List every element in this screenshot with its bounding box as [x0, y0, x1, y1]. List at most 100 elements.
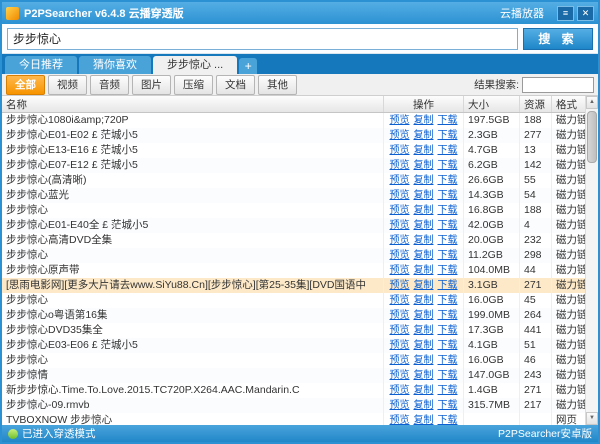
preview-link[interactable]: 预览	[390, 278, 410, 293]
table-row[interactable]: 步步惊心DVD35集全预览复制下载17.3GB441磁力链	[2, 323, 585, 338]
table-row[interactable]: 步步惊心E13-E16 £ 茫城小5预览复制下载4.7GB13磁力链	[2, 143, 585, 158]
header-action[interactable]: 操作	[384, 96, 464, 112]
search-input[interactable]	[7, 28, 518, 50]
result-search-input[interactable]	[522, 77, 594, 93]
table-row[interactable]: 步步惊心E01-E40全 £ 茫城小5预览复制下载42.0GB4磁力链	[2, 218, 585, 233]
download-link[interactable]: 下载	[438, 353, 458, 368]
scroll-down-icon[interactable]: ▼	[586, 412, 598, 425]
table-row[interactable]: 步步惊心(高清晰)预览复制下载26.6GB55磁力链	[2, 173, 585, 188]
download-link[interactable]: 下载	[438, 278, 458, 293]
table-row[interactable]: 步步惊心E07-E12 £ 茫城小5预览复制下载6.2GB142磁力链	[2, 158, 585, 173]
download-link[interactable]: 下载	[438, 323, 458, 338]
header-resources[interactable]: 资源	[520, 96, 552, 112]
search-button[interactable]: 搜 索	[523, 28, 593, 50]
table-row[interactable]: 步步惊心E03-E06 £ 茫城小5预览复制下载4.1GB51磁力链	[2, 338, 585, 353]
table-row[interactable]: 步步惊心-09.rmvb预览复制下载315.7MB217磁力链	[2, 398, 585, 413]
copy-link[interactable]: 复制	[414, 293, 434, 308]
table-row[interactable]: 步步惊心1080i&amp;720P预览复制下载197.5GB188磁力链	[2, 113, 585, 128]
scrollbar-thumb[interactable]	[587, 111, 597, 163]
download-link[interactable]: 下载	[438, 158, 458, 173]
tab-today-recommend[interactable]: 今日推荐	[5, 56, 77, 74]
scroll-up-icon[interactable]: ▲	[586, 96, 598, 109]
preview-link[interactable]: 预览	[390, 113, 410, 128]
preview-link[interactable]: 预览	[390, 233, 410, 248]
filter-archive[interactable]: 压缩	[174, 75, 213, 95]
copy-link[interactable]: 复制	[414, 338, 434, 353]
filter-audio[interactable]: 音频	[90, 75, 129, 95]
copy-link[interactable]: 复制	[414, 263, 434, 278]
copy-link[interactable]: 复制	[414, 398, 434, 413]
copy-link[interactable]: 复制	[414, 128, 434, 143]
copy-link[interactable]: 复制	[414, 368, 434, 383]
download-link[interactable]: 下载	[438, 293, 458, 308]
download-link[interactable]: 下载	[438, 128, 458, 143]
table-row[interactable]: [思雨电影网][更多大片请去www.SiYu88.Cn][步步惊心][第25-3…	[2, 278, 585, 293]
copy-link[interactable]: 复制	[414, 143, 434, 158]
table-row[interactable]: 步步惊情预览复制下载147.0GB243磁力链	[2, 368, 585, 383]
android-version-link[interactable]: P2PSearcher安卓版	[498, 426, 592, 441]
download-link[interactable]: 下载	[438, 173, 458, 188]
table-row[interactable]: 步步惊心预览复制下载16.0GB46磁力链	[2, 353, 585, 368]
preview-link[interactable]: 预览	[390, 368, 410, 383]
copy-link[interactable]: 复制	[414, 278, 434, 293]
download-link[interactable]: 下载	[438, 143, 458, 158]
copy-link[interactable]: 复制	[414, 188, 434, 203]
download-link[interactable]: 下载	[438, 113, 458, 128]
preview-link[interactable]: 预览	[390, 398, 410, 413]
preview-link[interactable]: 预览	[390, 293, 410, 308]
copy-link[interactable]: 复制	[414, 413, 434, 425]
table-row[interactable]: TVBOXNOW 步步惊心预览复制下载网页	[2, 413, 585, 425]
copy-link[interactable]: 复制	[414, 323, 434, 338]
table-row[interactable]: 步步惊心高清DVD全集预览复制下载20.0GB232磁力链	[2, 233, 585, 248]
table-row[interactable]: 步步惊心预览复制下载16.0GB45磁力链	[2, 293, 585, 308]
header-name[interactable]: 名称	[2, 96, 384, 112]
tab-search-result[interactable]: 步步惊心 ...	[153, 56, 237, 74]
copy-link[interactable]: 复制	[414, 173, 434, 188]
download-link[interactable]: 下载	[438, 203, 458, 218]
preview-link[interactable]: 预览	[390, 353, 410, 368]
table-row[interactable]: 步步惊心原声带预览复制下载104.0MB44磁力链	[2, 263, 585, 278]
copy-link[interactable]: 复制	[414, 233, 434, 248]
download-link[interactable]: 下载	[438, 188, 458, 203]
preview-link[interactable]: 预览	[390, 158, 410, 173]
table-row[interactable]: 步步惊心E01-E02 £ 茫城小5预览复制下载2.3GB277磁力链	[2, 128, 585, 143]
download-link[interactable]: 下载	[438, 233, 458, 248]
table-row[interactable]: 步步惊心o粤语第16集预览复制下载199.0MB264磁力链	[2, 308, 585, 323]
preview-link[interactable]: 预览	[390, 188, 410, 203]
table-row[interactable]: 步步惊心预览复制下载16.8GB188磁力链	[2, 203, 585, 218]
preview-link[interactable]: 预览	[390, 263, 410, 278]
download-link[interactable]: 下载	[438, 263, 458, 278]
copy-link[interactable]: 复制	[414, 248, 434, 263]
download-link[interactable]: 下载	[438, 368, 458, 383]
download-link[interactable]: 下载	[438, 308, 458, 323]
preview-link[interactable]: 预览	[390, 203, 410, 218]
preview-link[interactable]: 预览	[390, 338, 410, 353]
download-link[interactable]: 下载	[438, 398, 458, 413]
download-link[interactable]: 下载	[438, 338, 458, 353]
scrollbar[interactable]: ▲ ▼	[585, 96, 598, 425]
new-tab-button[interactable]: +	[239, 58, 257, 74]
copy-link[interactable]: 复制	[414, 353, 434, 368]
tab-guess-you-like[interactable]: 猜你喜欢	[79, 56, 151, 74]
filter-image[interactable]: 图片	[132, 75, 171, 95]
copy-link[interactable]: 复制	[414, 308, 434, 323]
preview-link[interactable]: 预览	[390, 383, 410, 398]
filter-document[interactable]: 文档	[216, 75, 255, 95]
menu-icon[interactable]: ≡	[557, 6, 574, 21]
close-icon[interactable]: ✕	[577, 6, 594, 21]
preview-link[interactable]: 预览	[390, 128, 410, 143]
download-link[interactable]: 下载	[438, 218, 458, 233]
copy-link[interactable]: 复制	[414, 218, 434, 233]
copy-link[interactable]: 复制	[414, 113, 434, 128]
header-format[interactable]: 格式	[552, 96, 585, 112]
preview-link[interactable]: 预览	[390, 248, 410, 263]
download-link[interactable]: 下载	[438, 383, 458, 398]
copy-link[interactable]: 复制	[414, 383, 434, 398]
table-row[interactable]: 步步惊心蓝光预览复制下载14.3GB54磁力链	[2, 188, 585, 203]
preview-link[interactable]: 预览	[390, 218, 410, 233]
cloud-player-button[interactable]: 云播放器	[500, 5, 544, 21]
copy-link[interactable]: 复制	[414, 203, 434, 218]
filter-video[interactable]: 视频	[48, 75, 87, 95]
download-link[interactable]: 下载	[438, 248, 458, 263]
preview-link[interactable]: 预览	[390, 173, 410, 188]
